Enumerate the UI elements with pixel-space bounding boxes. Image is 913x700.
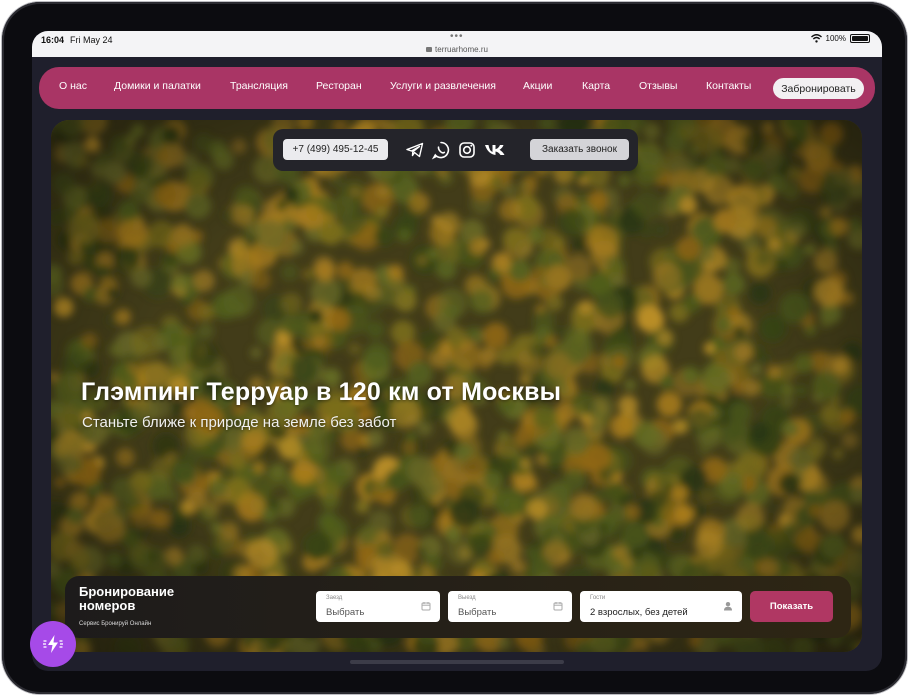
home-indicator [350, 660, 564, 664]
screen: 16:04 Fri May 24 ••• terruarhome.ru 100%… [32, 31, 882, 671]
lightning-icon [43, 635, 63, 653]
person-icon [724, 602, 732, 611]
widget-fab-button[interactable] [30, 621, 76, 667]
nav-item-contacts[interactable]: Контакты [706, 80, 751, 92]
status-time: 16:04 [41, 35, 65, 45]
nav-item-stream[interactable]: Трансляция [230, 80, 288, 92]
checkin-field[interactable]: Заезд Выбрать [316, 591, 440, 622]
checkout-label: Выезд [458, 595, 476, 601]
contact-bar: +7 (499) 495-12-45 Заказать звонок [273, 129, 638, 171]
main-nav: О нас Домики и палатки Трансляция Рестор… [39, 67, 875, 109]
guests-value: 2 взрослых, без детей [590, 607, 688, 618]
telegram-icon[interactable] [405, 140, 425, 160]
more-dots-icon[interactable]: ••• [450, 31, 464, 42]
request-call-button[interactable]: Заказать звонок [530, 139, 629, 160]
address-bar[interactable]: terruarhome.ru [32, 45, 882, 54]
booking-service-label: Сервис Бронируй Онлайн [79, 621, 152, 627]
nav-item-cabins[interactable]: Домики и палатки [114, 80, 201, 92]
status-date: Fri May 24 [70, 35, 113, 45]
phone-number[interactable]: +7 (499) 495-12-45 [283, 139, 388, 160]
whatsapp-icon[interactable] [431, 140, 451, 160]
nav-item-restaurant[interactable]: Ресторан [316, 80, 362, 92]
tablet-frame: 16:04 Fri May 24 ••• terruarhome.ru 100%… [2, 2, 907, 694]
status-bar: 16:04 Fri May 24 ••• terruarhome.ru 100% [32, 31, 882, 57]
hero-section: +7 (499) 495-12-45 Заказать звонок Глэмп… [51, 120, 862, 652]
battery-icon [850, 34, 870, 43]
checkin-value: Выбрать [326, 607, 365, 618]
booking-panel: Бронирование номеров Сервис Бронируй Онл… [65, 576, 851, 638]
nav-item-services[interactable]: Услуги и развлечения [390, 80, 496, 92]
guests-field[interactable]: Гости 2 взрослых, без детей [580, 591, 742, 622]
lock-icon [426, 47, 433, 52]
hero-title: Глэмпинг Терруар в 120 км от Москвы [81, 378, 562, 406]
nav-item-promotions[interactable]: Акции [523, 80, 552, 92]
wifi-icon [810, 34, 822, 43]
status-right: 100% [810, 34, 870, 43]
show-button[interactable]: Показать [750, 591, 833, 622]
book-button[interactable]: Забронировать [773, 78, 864, 99]
checkout-value: Выбрать [458, 607, 497, 618]
checkin-label: Заезд [326, 595, 343, 601]
nav-item-reviews[interactable]: Отзывы [639, 80, 677, 92]
booking-title: Бронирование номеров [79, 584, 175, 613]
battery-percent: 100% [825, 34, 846, 43]
vk-icon[interactable] [483, 140, 509, 160]
checkout-field[interactable]: Выезд Выбрать [448, 591, 572, 622]
calendar-icon [421, 602, 431, 611]
nav-item-map[interactable]: Карта [582, 80, 610, 92]
guests-label: Гости [590, 595, 606, 601]
hero-subtitle: Станьте ближе к природе на земле без заб… [82, 414, 397, 431]
instagram-icon[interactable] [457, 140, 477, 160]
calendar-icon [553, 602, 563, 611]
nav-item-about[interactable]: О нас [59, 80, 87, 92]
url-text: terruarhome.ru [435, 45, 488, 54]
